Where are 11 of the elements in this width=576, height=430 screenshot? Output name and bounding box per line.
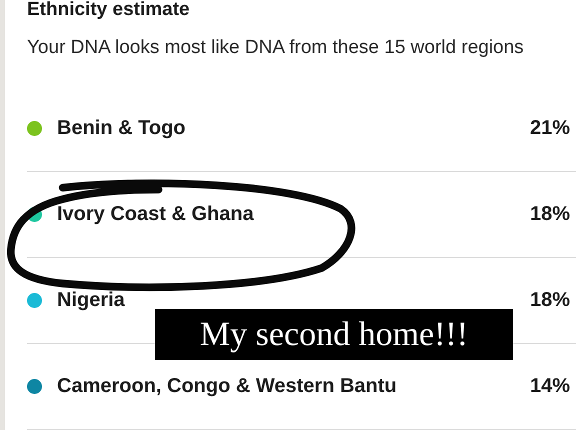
caption-overlay: My second home!!! bbox=[155, 309, 513, 360]
region-name: Nigeria bbox=[57, 289, 126, 312]
region-percent: 18% bbox=[530, 203, 572, 226]
section-title: Ethnicity estimate bbox=[27, 0, 191, 20]
section-description: Your DNA looks most like DNA from these 15 world regions bbox=[27, 36, 525, 60]
region-name: Cameroon, Congo & Western Bantu bbox=[57, 375, 398, 398]
region-percent: 21% bbox=[530, 117, 572, 140]
region-percent: 18% bbox=[530, 289, 572, 312]
region-name: Benin & Togo bbox=[57, 117, 186, 140]
region-name: Ivory Coast & Ghana bbox=[57, 203, 255, 226]
region-percent: 14% bbox=[530, 375, 572, 398]
